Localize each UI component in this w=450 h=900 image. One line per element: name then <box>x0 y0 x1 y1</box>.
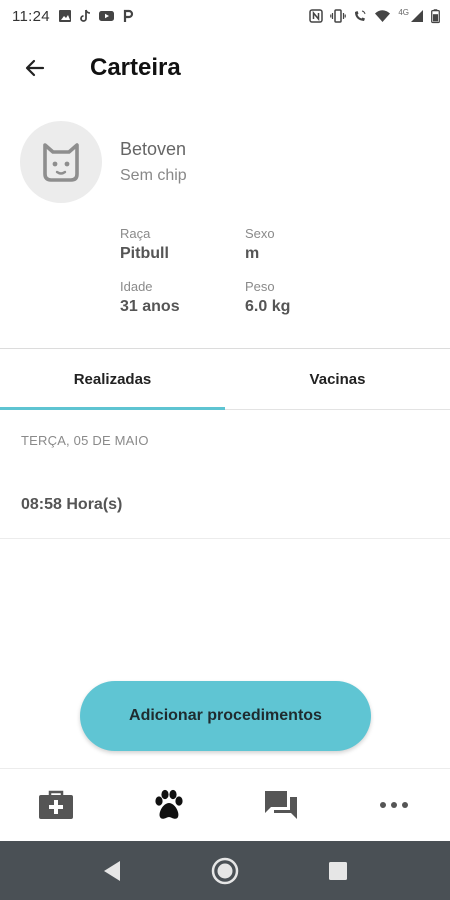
cat-icon <box>43 143 79 182</box>
pet-info: Betoven Sem chip <box>120 139 187 185</box>
bottom-nav <box>0 768 450 841</box>
tiktok-icon <box>80 9 90 22</box>
system-nav-bar <box>0 841 450 900</box>
age-value: 31 anos <box>120 298 180 315</box>
breed-label: Raça <box>120 226 151 241</box>
tab-bar: Realizadas Vacinas <box>0 350 450 410</box>
vibrate-icon <box>330 9 347 23</box>
status-time: 11:24 <box>12 7 50 25</box>
notification-icons <box>58 9 135 23</box>
sex-value: m <box>245 245 260 262</box>
pet-chip-status: Sem chip <box>120 167 187 184</box>
paw-icon <box>155 789 183 819</box>
detail-age: Idade 31 anos <box>120 279 245 316</box>
tab-vacinas[interactable]: Vacinas <box>225 350 450 409</box>
list-item[interactable]: 08:58 Hora(s) <box>0 476 450 539</box>
app-bar: Carteira <box>0 40 450 96</box>
nav-item-more[interactable] <box>338 769 450 841</box>
detail-sex: Sexo m <box>245 226 370 263</box>
system-home-button[interactable] <box>195 841 255 900</box>
sex-label: Sexo <box>245 226 275 241</box>
network-label: 4G <box>398 8 409 17</box>
more-icon <box>379 802 408 808</box>
breed-value: Pitbull <box>120 245 169 262</box>
divider <box>0 348 450 349</box>
age-label: Idade <box>120 279 153 294</box>
4g-signal-icon <box>411 10 423 22</box>
weight-value: 6.0 kg <box>245 298 291 315</box>
page-title: Carteira <box>90 54 181 81</box>
status-bar: 11:24 4G <box>0 0 450 32</box>
battery-icon <box>431 9 440 24</box>
chat-icon <box>265 791 298 819</box>
medical-kit-icon <box>39 790 74 819</box>
image-icon <box>58 10 71 22</box>
nav-item-pets[interactable] <box>113 769 226 841</box>
back-button[interactable] <box>0 40 70 96</box>
system-recents-button[interactable] <box>308 841 368 900</box>
nav-item-medical[interactable] <box>0 769 113 841</box>
entry-time: 08:58 Hora(s) <box>21 496 123 513</box>
pet-details: Raça Pitbull Sexo m Idade 31 anos Peso 6… <box>120 226 430 316</box>
square-recents-icon <box>329 861 348 880</box>
detail-breed: Raça Pitbull <box>120 226 245 263</box>
tab-realizadas[interactable]: Realizadas <box>0 350 225 410</box>
arrow-back-icon <box>25 59 45 77</box>
nfc-icon <box>309 9 324 23</box>
triangle-back-icon <box>103 860 120 881</box>
signal-group: 4G <box>398 9 424 23</box>
wifi-icon <box>375 10 391 22</box>
nav-item-chat[interactable] <box>225 769 338 841</box>
pet-profile: Betoven Sem chip <box>20 120 430 204</box>
call-wifi-icon <box>355 10 366 21</box>
pet-avatar[interactable] <box>20 121 102 203</box>
youtube-icon <box>98 11 114 21</box>
weight-label: Peso <box>245 279 275 294</box>
date-heading: TERÇA, 05 DE MAIO <box>21 433 149 448</box>
p-icon <box>123 9 133 22</box>
system-back-button[interactable] <box>82 841 142 900</box>
home-circle-icon <box>211 857 239 884</box>
pet-name: Betoven <box>120 139 187 159</box>
detail-weight: Peso 6.0 kg <box>245 279 370 316</box>
status-bar-left: 11:24 <box>12 8 135 25</box>
status-bar-right: 4G <box>309 8 440 24</box>
add-procedures-button[interactable]: Adicionar procedimentos <box>80 681 371 751</box>
